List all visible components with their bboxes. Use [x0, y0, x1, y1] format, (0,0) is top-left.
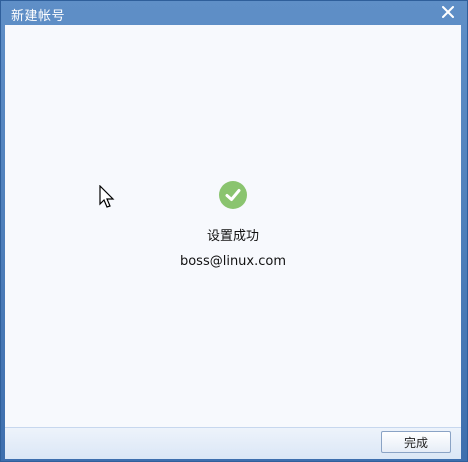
dialog-window: 新建帐号 设置成功 boss@linux.com 完成 [0, 0, 468, 462]
close-button[interactable] [439, 3, 457, 21]
mouse-cursor-icon [99, 185, 115, 208]
done-button[interactable]: 完成 [381, 431, 451, 453]
success-message: 设置成功 [206, 229, 259, 244]
close-icon [442, 6, 454, 18]
titlebar: 新建帐号 [1, 1, 467, 25]
check-circle-icon [219, 181, 247, 209]
dialog-footer: 完成 [5, 427, 461, 459]
dialog-content: 设置成功 boss@linux.com [5, 25, 461, 427]
check-mark [225, 189, 241, 201]
window-title: 新建帐号 [11, 9, 66, 24]
account-email: boss@linux.com [179, 254, 287, 269]
